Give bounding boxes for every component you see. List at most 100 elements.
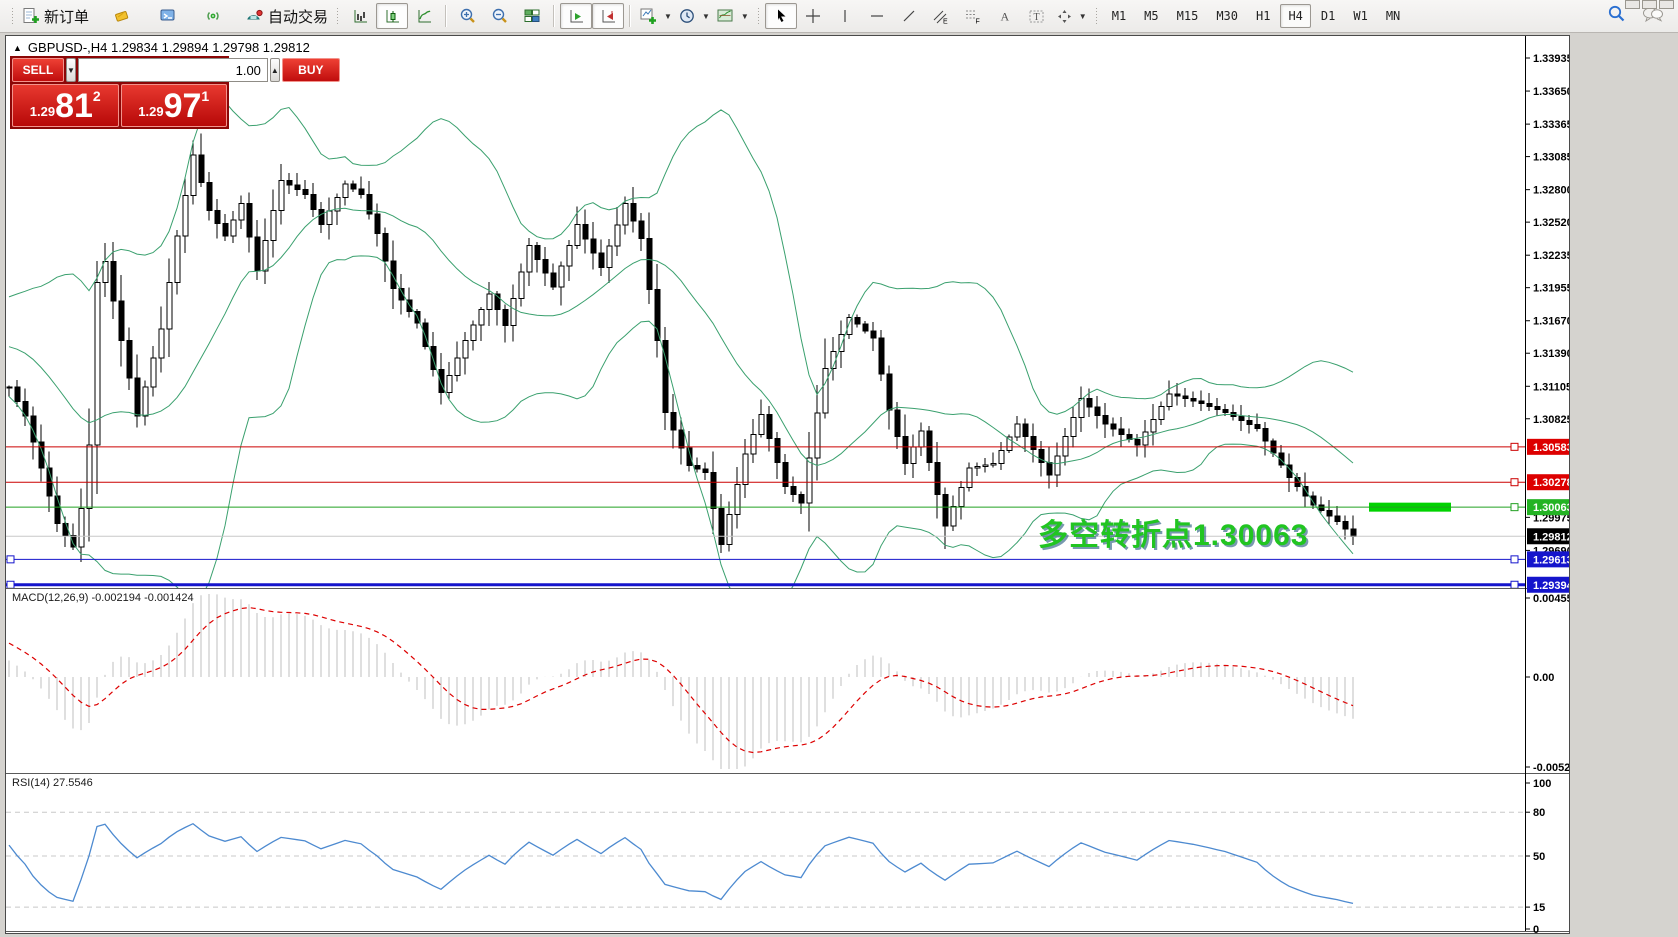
crosshair-tool-button[interactable] xyxy=(797,3,829,29)
window-restore-button[interactable] xyxy=(1642,0,1657,9)
timeframe-D1[interactable]: D1 xyxy=(1313,4,1343,28)
price-level-label: 1.29394 xyxy=(1533,580,1569,592)
price-level-label: 1.30583 xyxy=(1533,442,1569,454)
zoom-in-button[interactable] xyxy=(452,3,484,29)
axis-tick-label: 1.33085 xyxy=(1533,152,1569,164)
bar-chart-button[interactable] xyxy=(344,3,376,29)
macd-axis-label: 0.004551 xyxy=(1533,593,1569,605)
volume-decrease-button[interactable]: ▼ xyxy=(66,58,76,82)
timeframe-H1[interactable]: H1 xyxy=(1248,4,1278,28)
arrow-objects-button[interactable]: ▼ xyxy=(1053,3,1090,29)
channel-tool-button[interactable]: E xyxy=(925,3,957,29)
history-center-button[interactable] xyxy=(106,3,138,29)
chart-shift-button[interactable] xyxy=(592,3,624,29)
cursor-tool-button[interactable] xyxy=(765,3,797,29)
macd-axis-label: 0.00 xyxy=(1533,672,1554,684)
window-minimize-button[interactable] xyxy=(1625,0,1640,9)
cursor-icon xyxy=(773,8,789,24)
sell-button[interactable]: SELL xyxy=(12,58,64,82)
new-order-icon xyxy=(22,7,40,25)
axis-tick-label: 1.31390 xyxy=(1533,348,1569,360)
window-close-button[interactable] xyxy=(1659,0,1674,9)
fibonacci-icon: F xyxy=(964,8,981,25)
trendline-icon xyxy=(901,8,917,24)
volume-increase-button[interactable]: ▲ xyxy=(270,58,280,82)
timeframe-M1[interactable]: M1 xyxy=(1104,4,1134,28)
timeframe-M15[interactable]: M15 xyxy=(1169,4,1207,28)
axis-tick-label: 1.32235 xyxy=(1533,250,1569,262)
autotrading-button[interactable]: 自动交易 xyxy=(242,3,331,29)
periods-button[interactable]: ▼ xyxy=(675,3,713,29)
arrow-objects-icon xyxy=(1056,8,1073,25)
sell-price-box[interactable]: 1.29 81 2 xyxy=(12,84,119,127)
axis-tick-label: 1.32800 xyxy=(1533,185,1569,197)
metaeditor-button[interactable] xyxy=(152,3,184,29)
signals-button[interactable] xyxy=(198,3,230,29)
svg-text:E: E xyxy=(943,18,948,25)
buy-price-box[interactable]: 1.29 97 1 xyxy=(121,84,228,127)
horizontal-line-tool-button[interactable] xyxy=(861,3,893,29)
toolbar-separator xyxy=(553,5,555,27)
search-icon[interactable] xyxy=(1607,4,1626,23)
candlestick-chart-button[interactable] xyxy=(376,3,408,29)
macd-axis-label: -0.005295 xyxy=(1533,762,1569,774)
axis-tick-label: 1.31105 xyxy=(1533,381,1569,393)
autotrading-robot-icon xyxy=(245,7,264,25)
vertical-line-icon xyxy=(837,8,853,24)
horizontal-line-icon xyxy=(869,8,885,24)
chart-annotation-text: 多空转折点1.30063 xyxy=(1038,510,1308,554)
new-order-button[interactable]: 新订单 xyxy=(19,3,92,29)
text-tool-button[interactable]: A xyxy=(989,3,1021,29)
toolbar-drag-handle xyxy=(10,6,15,26)
vertical-line-tool-button[interactable] xyxy=(829,3,861,29)
sell-price-sup: 2 xyxy=(93,88,101,104)
candles xyxy=(7,134,1356,562)
toolbar-separator xyxy=(629,5,631,27)
bollinger-upper-band xyxy=(9,99,1353,414)
rsi-axis-label: 50 xyxy=(1533,851,1545,863)
chart-shift-icon xyxy=(600,8,617,25)
auto-scroll-button[interactable] xyxy=(560,3,592,29)
buy-button[interactable]: BUY xyxy=(282,58,340,82)
buy-price-big: 97 xyxy=(164,88,202,124)
line-chart-icon xyxy=(416,8,433,25)
axis-tick-label: 1.31955 xyxy=(1533,283,1569,295)
equidistant-channel-icon: E xyxy=(932,8,949,25)
dropdown-caret: ▼ xyxy=(702,12,710,21)
rsi-axis-label: 0 xyxy=(1533,924,1539,933)
new-chart-button[interactable]: ▼ xyxy=(636,3,675,29)
template-icon xyxy=(716,7,735,25)
tile-windows-button[interactable] xyxy=(516,3,548,29)
zoom-out-button[interactable] xyxy=(484,3,516,29)
volume-input[interactable] xyxy=(78,58,268,82)
timeframe-M30[interactable]: M30 xyxy=(1208,4,1246,28)
price-level-label: 1.30278 xyxy=(1533,477,1569,489)
timeframe-MN[interactable]: MN xyxy=(1378,4,1408,28)
price-level-label: 1.30063 xyxy=(1533,502,1569,514)
axis-tick-label: 1.31670 xyxy=(1533,316,1569,328)
symbol-collapse-arrow[interactable]: ▲ xyxy=(13,43,22,53)
timeframe-W1[interactable]: W1 xyxy=(1345,4,1375,28)
dropdown-caret: ▼ xyxy=(741,12,749,21)
trendline-tool-button[interactable] xyxy=(893,3,925,29)
line-chart-button[interactable] xyxy=(408,3,440,29)
templates-button[interactable]: ▼ xyxy=(713,3,752,29)
timeframe-H4[interactable]: H4 xyxy=(1280,4,1310,28)
crosshair-icon xyxy=(805,8,821,24)
axis-tick-label: 1.30825 xyxy=(1533,414,1569,426)
chart-header: ▲ GBPUSD-,H4 1.29834 1.29894 1.29798 1.2… xyxy=(13,40,310,55)
chart-title: GBPUSD-,H4 1.29834 1.29894 1.29798 1.298… xyxy=(28,40,310,55)
rsi-label: RSI(14) 27.5546 xyxy=(12,777,93,789)
timeframe-M5[interactable]: M5 xyxy=(1136,4,1166,28)
svg-text:F: F xyxy=(976,18,980,25)
rsi-axis-label: 100 xyxy=(1533,778,1551,790)
text-label-tool-button[interactable]: T xyxy=(1021,3,1053,29)
new-chart-icon xyxy=(639,7,658,25)
auto-scroll-icon xyxy=(568,8,585,25)
fibonacci-tool-button[interactable]: F xyxy=(957,3,989,29)
chart-canvas[interactable]: 1.339351.336501.333651.330851.328001.325… xyxy=(6,36,1569,933)
one-click-trading-panel: SELL ▼ ▲ BUY 1.29 81 2 1.29 97 1 xyxy=(10,56,229,129)
svg-text:T: T xyxy=(1034,12,1040,23)
axis-tick-label: 1.33365 xyxy=(1533,119,1569,131)
price-level-label: 1.29613 xyxy=(1533,554,1569,566)
